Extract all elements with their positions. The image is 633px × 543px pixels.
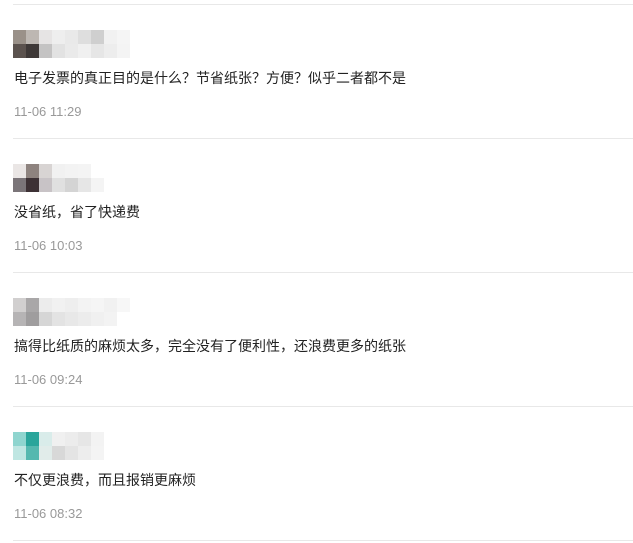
comment-item: 搞得比纸质的麻烦太多，完全没有了便利性，还浪费更多的纸张 11-06 09:24 [0, 273, 633, 407]
mosaic-pixel [65, 178, 78, 192]
mosaic-pixel [104, 44, 117, 58]
mosaic-pixel [26, 298, 39, 312]
mosaic-pixel [26, 44, 39, 58]
mosaic-pixel [52, 44, 65, 58]
mosaic-pixel [78, 44, 91, 58]
mosaic-pixel [26, 432, 39, 446]
mosaic-pixel [104, 312, 117, 326]
mosaic-pixel [117, 446, 130, 460]
comment-item: 没省纸，省了快递费 11-06 10:03 [0, 139, 633, 273]
mosaic-pixel [91, 164, 104, 178]
mosaic-pixel [39, 30, 52, 44]
mosaic-pixel [65, 30, 78, 44]
blurred-user-avatar-and-name[interactable] [13, 164, 131, 192]
mosaic-pixel [39, 164, 52, 178]
comment-text: 搞得比纸质的麻烦太多，完全没有了便利性，还浪费更多的纸张 [14, 339, 406, 355]
comment-timestamp: 11-06 08:32 [14, 506, 83, 521]
mosaic-pixel [78, 178, 91, 192]
comment-item: 电子发票的真正目的是什么？节省纸张？方便？似乎二者都不是 11-06 11:29 [0, 5, 633, 139]
comment-text: 不仅更浪费，而且报销更麻烦 [14, 473, 196, 489]
mosaic-pixel [104, 432, 117, 446]
mosaic-pixel [39, 312, 52, 326]
mosaic-pixel [104, 30, 117, 44]
mosaic-pixel [104, 178, 117, 192]
mosaic-pixel [39, 178, 52, 192]
mosaic-pixel [104, 446, 117, 460]
divider [13, 540, 633, 541]
blurred-user-avatar-and-name[interactable] [13, 298, 131, 326]
mosaic-pixel [26, 446, 39, 460]
comment-item: 不仅更浪费，而且报销更麻烦 11-06 08:32 [0, 407, 633, 541]
mosaic-pixel [91, 44, 104, 58]
mosaic-pixel [65, 298, 78, 312]
mosaic-pixel [117, 30, 130, 44]
mosaic-pixel [78, 298, 91, 312]
mosaic-pixel [39, 298, 52, 312]
mosaic-pixel [78, 432, 91, 446]
mosaic-pixel [13, 432, 26, 446]
mosaic-pixel [52, 446, 65, 460]
mosaic-pixel [117, 178, 130, 192]
mosaic-pixel [39, 44, 52, 58]
mosaic-pixel [26, 312, 39, 326]
mosaic-pixel [104, 164, 117, 178]
mosaic-pixel [39, 432, 52, 446]
mosaic-pixel [91, 178, 104, 192]
mosaic-pixel [26, 164, 39, 178]
mosaic-pixel [13, 446, 26, 460]
comment-text: 电子发票的真正目的是什么？节省纸张？方便？似乎二者都不是 [14, 71, 406, 87]
mosaic-pixel [65, 164, 78, 178]
mosaic-pixel [13, 178, 26, 192]
mosaic-pixel [91, 30, 104, 44]
mosaic-pixel [65, 446, 78, 460]
mosaic-pixel [13, 312, 26, 326]
mosaic-pixel [117, 312, 130, 326]
mosaic-pixel [52, 312, 65, 326]
comment-text: 没省纸，省了快递费 [14, 205, 140, 221]
mosaic-pixel [13, 44, 26, 58]
mosaic-pixel [91, 312, 104, 326]
blurred-user-avatar-and-name[interactable] [13, 432, 131, 460]
mosaic-pixel [52, 298, 65, 312]
mosaic-pixel [78, 30, 91, 44]
mosaic-pixel [117, 44, 130, 58]
mosaic-pixel [117, 164, 130, 178]
mosaic-pixel [78, 164, 91, 178]
comment-timestamp: 11-06 09:24 [14, 372, 83, 387]
mosaic-pixel [26, 30, 39, 44]
mosaic-pixel [91, 446, 104, 460]
mosaic-pixel [78, 446, 91, 460]
comment-timestamp: 11-06 10:03 [14, 238, 83, 253]
mosaic-pixel [117, 432, 130, 446]
mosaic-pixel [91, 432, 104, 446]
mosaic-pixel [65, 312, 78, 326]
mosaic-pixel [52, 432, 65, 446]
mosaic-pixel [13, 164, 26, 178]
mosaic-pixel [39, 446, 52, 460]
blurred-user-avatar-and-name[interactable] [13, 30, 131, 58]
mosaic-pixel [65, 44, 78, 58]
mosaic-pixel [91, 298, 104, 312]
mosaic-pixel [65, 432, 78, 446]
mosaic-pixel [104, 298, 117, 312]
mosaic-pixel [52, 178, 65, 192]
comment-timestamp: 11-06 11:29 [14, 104, 82, 119]
mosaic-pixel [13, 30, 26, 44]
mosaic-pixel [13, 298, 26, 312]
mosaic-pixel [52, 30, 65, 44]
mosaic-pixel [117, 298, 130, 312]
mosaic-pixel [78, 312, 91, 326]
mosaic-pixel [26, 178, 39, 192]
comment-list: 电子发票的真正目的是什么？节省纸张？方便？似乎二者都不是 11-06 11:29… [0, 0, 633, 543]
mosaic-pixel [52, 164, 65, 178]
